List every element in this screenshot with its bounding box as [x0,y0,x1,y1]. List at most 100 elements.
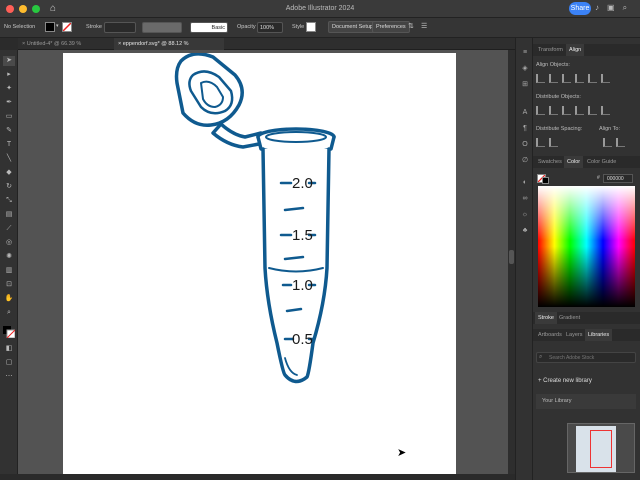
symbol-sprayer-tool-icon[interactable]: ✺ [3,252,15,262]
align-bottom-icon[interactable] [601,74,610,83]
drawing-modes-icon[interactable]: ◧ [3,344,15,354]
tab-artboards[interactable]: Artboards [535,329,565,341]
appearance-icon[interactable]: ☼ [520,210,530,220]
stroke-swatch[interactable] [62,22,72,32]
stroke-weight-field[interactable] [104,22,136,33]
transparency-icon[interactable]: ◐ [520,178,530,188]
tab-transform[interactable]: Transform [535,44,566,56]
character-icon[interactable]: A [520,108,530,118]
blend-tool-icon[interactable]: ◎ [3,238,15,248]
tab-align[interactable]: Align [566,44,585,56]
align-hcenter-icon[interactable] [549,74,558,83]
rotate-tool-icon[interactable]: ↻ [3,182,15,192]
symbols-icon[interactable]: ♣ [520,226,530,236]
create-new-library-button[interactable]: + Create new library [538,378,592,384]
links-icon[interactable]: ∞ [520,194,530,204]
tab-color[interactable]: Color [564,156,584,168]
graphic-style-swatch[interactable] [306,22,316,32]
workspace-icon[interactable]: ▣ [607,3,615,13]
library-search-input[interactable]: Search Adobe Stock [536,352,636,363]
scroll-thumb[interactable] [509,250,514,264]
distribute-vcenter-icon[interactable] [549,106,558,115]
hand-tool-icon[interactable]: ✋ [3,294,15,304]
align-left-icon[interactable] [536,74,545,83]
canvas-area[interactable]: 2.0 1.5 1.0 0.5 [18,50,515,480]
opacity-label: Opacity [237,24,256,30]
rectangle-tool-icon[interactable]: ▭ [3,112,15,122]
tab-close-icon[interactable]: × [118,41,121,47]
zoom-tool-icon[interactable]: ⌕ [3,308,15,318]
distribute-hcenter-icon[interactable] [588,106,597,115]
arrange-icon[interactable]: ⇅ [408,22,414,30]
align-to-artboard-icon[interactable] [616,138,625,147]
pencil-tool-icon[interactable]: ✎ [3,126,15,136]
distribute-vspace-icon[interactable] [536,138,545,147]
eraser-tool-icon[interactable]: ◆ [3,168,15,178]
distribute-bottom-icon[interactable] [562,106,571,115]
minimize-window-button[interactable] [19,4,27,13]
align-vcenter-icon[interactable] [588,74,597,83]
chart-tool-icon[interactable]: ▥ [3,266,15,276]
align-to-selection-icon[interactable] [603,138,612,147]
hex-color-field[interactable]: 000000 [603,174,633,183]
type-tool-icon[interactable]: T [3,140,15,150]
stroke-label: Stroke [86,24,102,30]
distribute-left-icon[interactable] [575,106,584,115]
opacity-field[interactable]: 100% [257,22,283,33]
tab-untitled-4[interactable]: × Untitled-4* @ 66.39 % (RGB/Preview) [18,38,114,59]
paragraph-icon[interactable]: ¶ [520,124,530,134]
direct-selection-tool-icon[interactable]: ▸ [3,70,15,80]
tab-layers[interactable]: Layers [563,329,586,341]
eyedropper-tool-icon[interactable]: ⟋ [3,224,15,234]
tab-eppendorf[interactable]: × eppendorf.svg* @ 88.12 % (RGB/Preview) [114,38,224,59]
fill-swatch[interactable] [45,22,55,32]
variable-width-profile[interactable] [142,22,182,33]
no-stroke-icon [63,23,71,31]
navigator-view-box[interactable] [590,430,612,468]
gradient-tool-icon[interactable]: ▤ [3,210,15,220]
more-options-icon[interactable]: ☰ [421,22,427,30]
tab-gradient[interactable]: Gradient [556,312,583,324]
document-setup-button[interactable]: Document Setup [328,21,377,33]
tab-libraries[interactable]: Libraries [585,329,613,341]
brush-definition[interactable]: Basic [190,22,228,33]
tab-color-guide[interactable]: Color Guide [584,156,619,168]
preferences-button[interactable]: Preferences [372,21,410,33]
screen-mode-icon[interactable]: ▢ [3,358,15,368]
vertical-scrollbar[interactable] [508,50,515,480]
distribute-right-icon[interactable] [601,106,610,115]
tab-stroke[interactable]: Stroke [535,312,557,324]
glyph-icon[interactable]: ∅ [520,156,530,166]
distribute-top-icon[interactable] [536,106,545,115]
libraries-icon[interactable]: ⊞ [520,80,530,90]
share-button[interactable]: Share [569,2,591,15]
color-spectrum[interactable] [538,186,635,307]
fill-stroke-icon[interactable] [3,326,16,339]
close-window-button[interactable] [6,4,14,13]
line-tool-icon[interactable]: ╲ [3,154,15,164]
artboard-tool-icon[interactable]: ⊡ [3,280,15,290]
distribute-hspace-icon[interactable] [549,138,558,147]
tab-swatches[interactable]: Swatches [535,156,565,168]
fill-dropdown-icon[interactable]: ▾ [56,23,59,29]
artboard[interactable]: 2.0 1.5 1.0 0.5 [63,53,456,480]
color-fill-swatch[interactable] [542,177,549,184]
tab-close-icon[interactable]: × [22,41,25,47]
align-top-icon[interactable] [575,74,584,83]
opentype-icon[interactable]: O [520,140,530,150]
search-icon[interactable]: ⌕ [623,3,627,13]
your-library-item[interactable]: Your Library [536,394,636,409]
zoom-window-button[interactable] [32,4,40,13]
home-icon[interactable]: ⌂ [50,3,56,14]
selection-tool-icon[interactable]: ➤ [3,56,15,66]
properties-icon[interactable]: ≡ [520,48,530,58]
scale-tool-icon[interactable]: ⤡ [3,196,15,206]
navigator-thumbnail[interactable] [567,423,635,473]
align-right-icon[interactable] [562,74,571,83]
eppendorf-tube-artwork[interactable]: 2.0 1.5 1.0 0.5 [63,53,456,480]
magic-wand-tool-icon[interactable]: ✦ [3,84,15,94]
edit-toolbar-icon[interactable]: ⋯ [3,372,15,382]
bell-icon[interactable]: ♪ [595,3,599,13]
layers-icon[interactable]: ◈ [520,64,530,74]
pen-tool-icon[interactable]: ✒ [3,98,15,108]
